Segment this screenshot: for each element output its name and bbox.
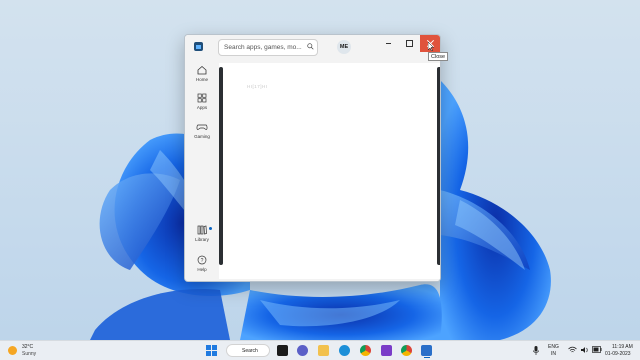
store-taskbar-icon[interactable] [421,345,432,356]
weather-description[interactable]: Sunny [22,351,36,357]
sidebar-item-library[interactable]: Library [185,225,219,242]
main-content: HI[17]HI [219,59,440,281]
active-app-indicator [424,357,430,358]
chat-icon[interactable] [297,345,308,356]
sidebar-item-label: Help [197,267,207,272]
hero-left-edge [219,67,223,265]
taskbar: 32°C Sunny Search ENG IN 11:19 AM 01-09-… [0,340,640,360]
hero-pane: HI[17]HI [219,63,440,280]
sidebar-item-label: Home [195,77,208,82]
apps-icon [197,93,207,103]
task-view-icon[interactable] [277,345,288,356]
weather-temperature[interactable]: 32°C [22,344,33,350]
edge-icon[interactable] [339,345,350,356]
sidebar-item-home[interactable]: Home [185,65,219,82]
language-indicator[interactable]: ENG [548,344,559,350]
sidebar-item-apps[interactable]: Apps [185,93,219,110]
clock-time[interactable]: 11:19 AM [612,344,633,350]
file-explorer-icon[interactable] [318,345,329,356]
library-icon [197,225,207,235]
search-icon[interactable] [307,43,314,50]
search-input[interactable]: Search apps, games, mo... [218,39,318,56]
store-window: Search apps, games, mo... ME Home Apps G… [184,34,441,282]
notification-dot [209,227,212,230]
svg-text:?: ? [201,258,204,264]
carousel-indicator[interactable] [307,276,353,280]
wifi-icon[interactable] [568,346,577,354]
hero-right-edge [437,67,440,265]
sidebar-item-label: Gaming [194,134,210,139]
maximize-button[interactable] [399,35,419,52]
clock-date[interactable]: 01-09-2023 [605,351,631,357]
title-bar[interactable]: Search apps, games, mo... ME [185,35,440,59]
sidebar-item-label: Library [195,237,209,242]
sidebar-item-label: Apps [196,105,208,110]
taskbar-search[interactable]: Search [226,344,270,357]
mouse-cursor-icon [428,42,434,51]
home-icon [197,65,207,75]
editor-icon[interactable] [381,345,392,356]
language-region[interactable]: IN [551,351,556,357]
microphone-icon[interactable] [533,346,539,355]
store-logo-icon [194,42,203,51]
loading-text: HI[17]HI [247,84,268,89]
battery-icon[interactable] [592,346,602,353]
avatar[interactable]: ME [337,40,351,54]
sidebar-item-gaming[interactable]: Gaming [185,122,219,139]
help-icon: ? [197,255,207,265]
gamepad-icon [196,124,208,130]
chrome-icon[interactable] [360,345,371,356]
sidebar: Home Apps Gaming Library ? Help [185,59,219,281]
minimize-button[interactable] [379,35,399,52]
chrome-profile-icon[interactable] [401,345,412,356]
sidebar-item-help[interactable]: ? Help [185,255,219,272]
close-tooltip: Close [428,52,449,61]
sun-icon[interactable] [8,346,17,355]
volume-icon[interactable] [580,346,589,354]
start-button[interactable] [206,345,217,356]
